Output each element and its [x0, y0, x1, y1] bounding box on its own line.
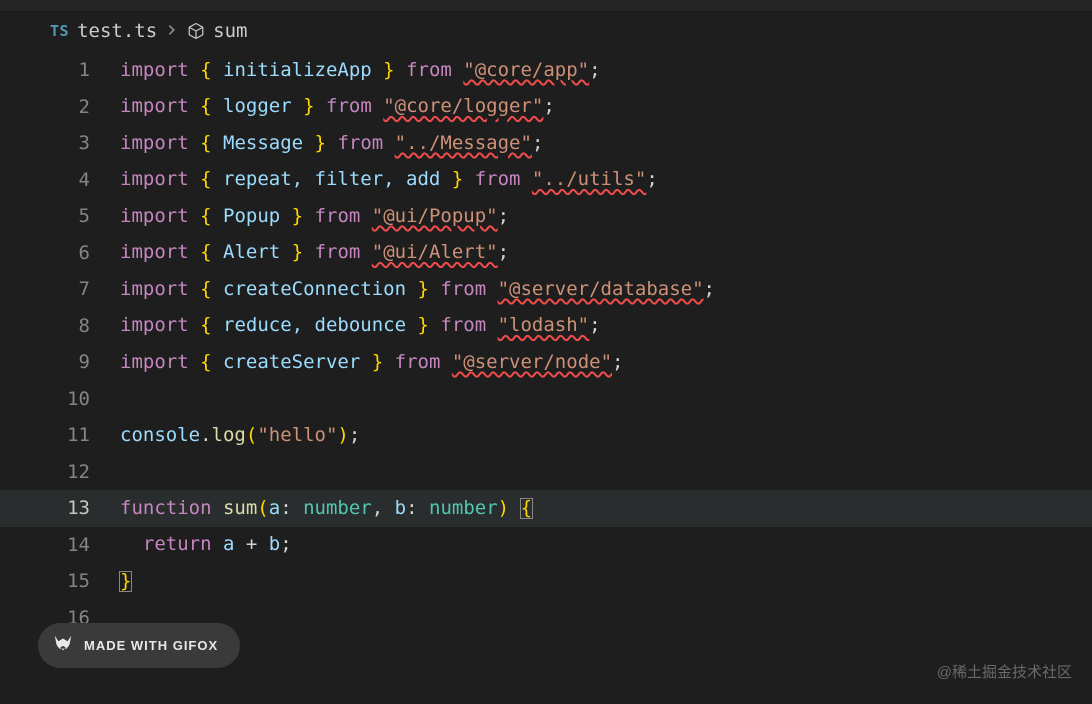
code-content[interactable]: import { reduce, debounce } from "lodash…	[120, 316, 601, 335]
code-content[interactable]: function sum(a: number, b: number) {	[120, 499, 532, 518]
gifox-watermark-badge: MADE WITH GIFOX	[38, 623, 240, 668]
line-number: 14	[0, 534, 120, 556]
line-number: 11	[0, 424, 120, 446]
juejin-watermark: @稀土掘金技术社区	[937, 661, 1072, 682]
code-line[interactable]: 8 import { reduce, debounce } from "loda…	[0, 308, 1092, 345]
code-line[interactable]: 11 console.log("hello");	[0, 417, 1092, 454]
line-number: 13	[0, 497, 120, 519]
code-line-current[interactable]: 13 function sum(a: number, b: number) {	[0, 490, 1092, 527]
code-content[interactable]: import { Popup } from "@ui/Popup";	[120, 207, 509, 226]
chevron-right-icon	[165, 20, 179, 42]
code-content[interactable]: import { createServer } from "@server/no…	[120, 353, 623, 372]
title-bar	[0, 0, 1092, 12]
code-content[interactable]: console.log("hello");	[120, 426, 360, 445]
code-line[interactable]: 5 import { Popup } from "@ui/Popup";	[0, 198, 1092, 235]
code-line[interactable]: 6 import { Alert } from "@ui/Alert";	[0, 235, 1092, 272]
line-number: 6	[0, 242, 120, 264]
code-line[interactable]: 1 import { initializeApp } from "@core/a…	[0, 52, 1092, 89]
code-content[interactable]: import { Message } from "../Message";	[120, 134, 543, 153]
line-number: 8	[0, 315, 120, 337]
fox-icon	[52, 633, 74, 658]
code-line[interactable]: 9 import { createServer } from "@server/…	[0, 344, 1092, 381]
gifox-watermark-text: MADE WITH GIFOX	[84, 638, 218, 653]
code-editor[interactable]: 1 import { initializeApp } from "@core/a…	[0, 48, 1092, 636]
line-number: 1	[0, 59, 120, 81]
code-line[interactable]: 15 }	[0, 563, 1092, 600]
code-content[interactable]: import { repeat, filter, add } from "../…	[120, 170, 658, 189]
typescript-badge: TS	[50, 22, 69, 40]
breadcrumb-symbol[interactable]: sum	[213, 20, 247, 42]
code-content[interactable]: import { initializeApp } from "@core/app…	[120, 61, 601, 80]
code-content[interactable]: import { Alert } from "@ui/Alert";	[120, 243, 509, 262]
breadcrumb[interactable]: TS test.ts sum	[0, 12, 1092, 48]
line-number: 10	[0, 388, 120, 410]
code-line[interactable]: 3 import { Message } from "../Message";	[0, 125, 1092, 162]
code-line[interactable]: 2 import { logger } from "@core/logger";	[0, 89, 1092, 126]
code-content[interactable]: }	[120, 572, 131, 591]
code-line[interactable]: 10	[0, 381, 1092, 418]
line-number: 2	[0, 96, 120, 118]
code-line[interactable]: 4 import { repeat, filter, add } from ".…	[0, 162, 1092, 199]
code-content[interactable]: import { logger } from "@core/logger";	[120, 97, 555, 116]
line-number: 4	[0, 169, 120, 191]
line-number: 15	[0, 570, 120, 592]
line-number: 9	[0, 351, 120, 373]
line-number: 3	[0, 132, 120, 154]
line-number: 12	[0, 461, 120, 483]
line-number: 7	[0, 278, 120, 300]
code-line[interactable]: 7 import { createConnection } from "@ser…	[0, 271, 1092, 308]
line-number: 5	[0, 205, 120, 227]
code-line[interactable]: 14 return a + b;	[0, 527, 1092, 564]
symbol-function-icon	[187, 22, 205, 40]
code-content[interactable]: return a + b;	[120, 535, 292, 554]
breadcrumb-file[interactable]: test.ts	[77, 20, 157, 42]
code-content[interactable]: import { createConnection } from "@serve…	[120, 280, 715, 299]
code-line[interactable]: 12	[0, 454, 1092, 491]
